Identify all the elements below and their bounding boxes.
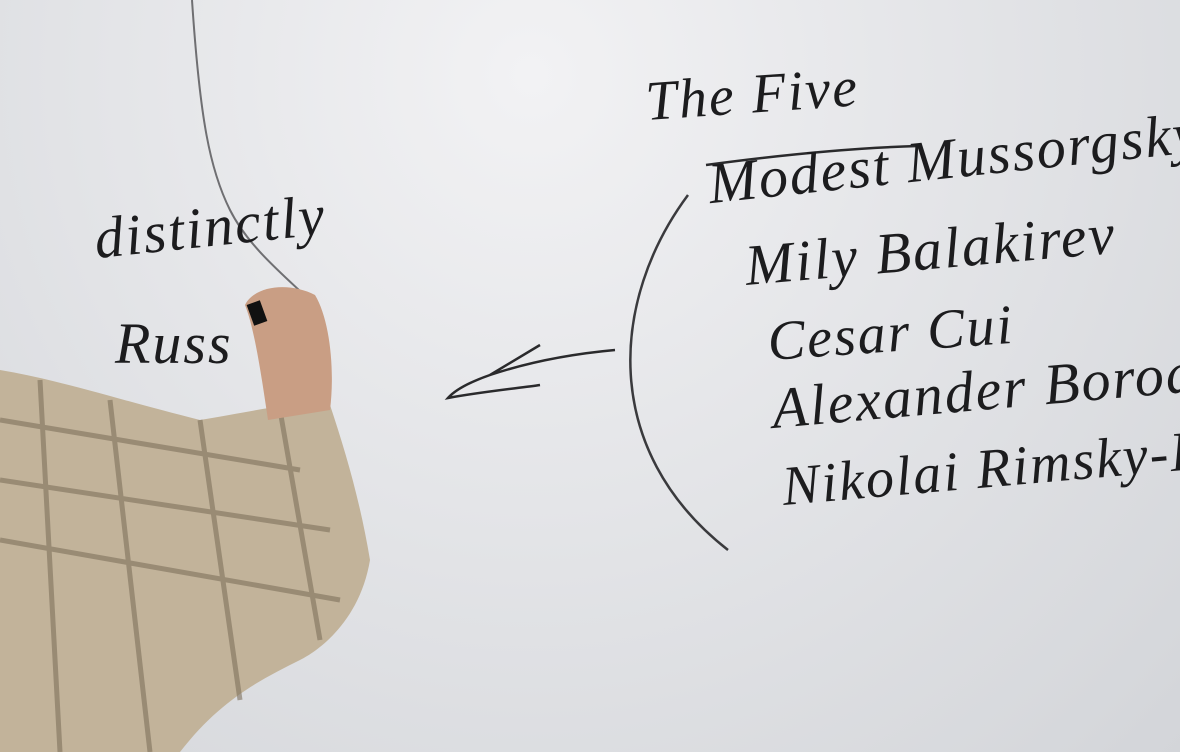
left-text-line2: Russ [115,311,233,376]
bracket-arc [629,194,729,551]
cable-line [191,0,321,311]
arrow [444,343,616,400]
